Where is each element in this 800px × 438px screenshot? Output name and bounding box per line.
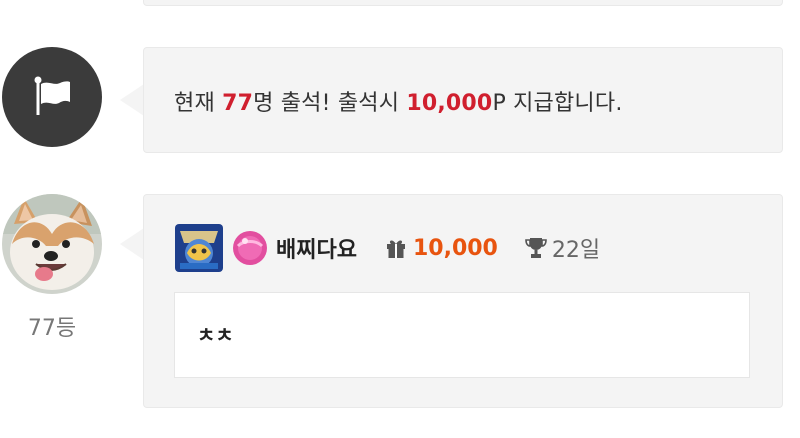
gift-icon: [385, 237, 407, 259]
notice-middle: 명 출석! 출석시: [253, 91, 407, 116]
comment-text: ㅊㅊ: [197, 323, 234, 347]
flag-icon: [2, 47, 102, 147]
trophy-icon: [524, 236, 548, 260]
previous-card: [143, 0, 783, 6]
user-nickname[interactable]: 배찌다요: [276, 232, 357, 264]
notice-prefix: 현재: [174, 91, 223, 116]
attendance-days: 22일: [551, 238, 601, 263]
attendance-count: 77: [222, 91, 254, 116]
gem-icon: [232, 230, 268, 266]
notice-suffix: P 지급합니다.: [492, 91, 623, 116]
attendance-rank: 77등: [27, 316, 77, 341]
user-points: 10,000: [412, 235, 498, 261]
entry-card-pointer: [120, 228, 144, 260]
reward-points: 10,000: [406, 91, 493, 116]
attendance-notice-text: 현재 77명 출석! 출석시 10,000P 지급합니다.: [174, 85, 623, 117]
user-info-line: 배찌다요 10,000 22일: [174, 224, 600, 272]
notice-card-pointer: [120, 84, 144, 116]
comment-box: ㅊㅊ: [174, 292, 750, 378]
level-badge-icon: [174, 223, 224, 273]
corgi-avatar[interactable]: [2, 194, 102, 294]
